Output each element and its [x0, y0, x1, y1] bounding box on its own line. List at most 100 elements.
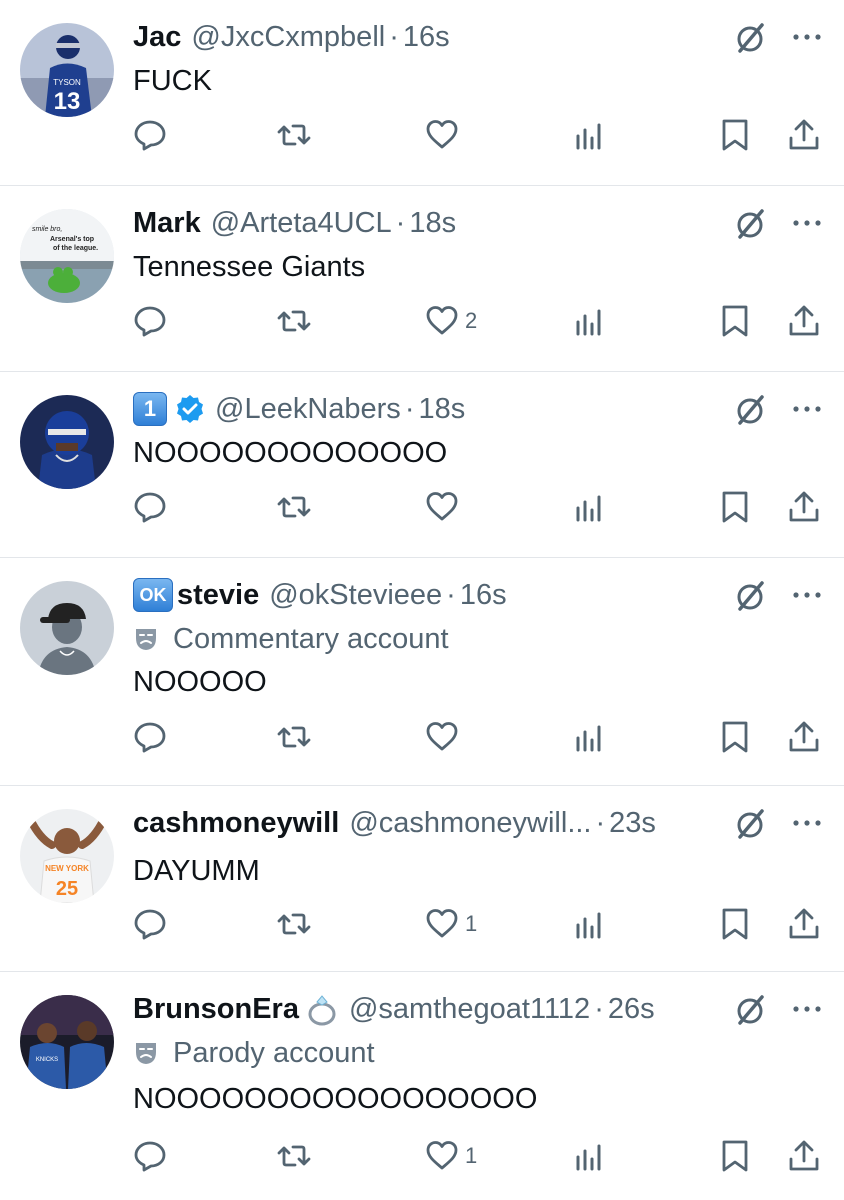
user-handle[interactable]: @cashmoneywill... — [349, 804, 591, 842]
timestamp[interactable]: 18s — [409, 204, 456, 242]
bookmark-button[interactable] — [718, 906, 752, 942]
grok-icon[interactable] — [734, 807, 768, 841]
reply-button[interactable] — [133, 719, 167, 755]
tweet[interactable]: smile bro, Arsenal's top of the league. … — [0, 186, 844, 372]
account-label[interactable]: Commentary account — [133, 620, 449, 658]
timestamp[interactable]: 16s — [403, 18, 450, 56]
reply-button[interactable] — [133, 117, 167, 153]
repost-button[interactable] — [277, 303, 311, 339]
user-handle[interactable]: @okStevieee — [269, 576, 442, 614]
repost-button[interactable] — [277, 906, 311, 942]
like-button[interactable]: 1 — [425, 906, 477, 942]
views-icon — [576, 912, 601, 939]
repost-button[interactable] — [277, 719, 311, 755]
grok-icon[interactable] — [734, 207, 768, 241]
bookmark-icon — [722, 119, 748, 151]
avatar[interactable]: NEW YORK 25 — [20, 809, 114, 903]
svg-text:Arsenal's top: Arsenal's top — [50, 236, 94, 243]
like-button[interactable] — [425, 489, 465, 525]
display-name[interactable]: Mark — [133, 204, 201, 242]
separator-dot: · — [446, 579, 456, 611]
reply-button[interactable] — [133, 303, 167, 339]
tweet[interactable]: NEW YORK 25 cashmoneywill @cashmoneywill… — [0, 786, 844, 972]
timestamp[interactable]: 18s — [418, 390, 465, 428]
reply-icon — [134, 722, 166, 753]
share-button[interactable] — [787, 303, 821, 339]
user-handle[interactable]: @Arteta4UCL — [211, 204, 392, 242]
views-button[interactable] — [573, 489, 607, 525]
svg-text:NEW YORK: NEW YORK — [45, 864, 89, 873]
avatar[interactable]: TYSON 13 — [20, 23, 114, 117]
tweet[interactable]: 1 @LeekNabers · 18s NOOOOOOOOOOOOO — [0, 372, 844, 558]
share-button[interactable] — [787, 489, 821, 525]
user-handle[interactable]: @JxcCxmpbell — [191, 18, 385, 56]
heart-icon — [426, 909, 458, 938]
avatar-image — [20, 581, 114, 675]
views-button[interactable] — [573, 1138, 607, 1174]
bookmark-button[interactable] — [718, 1138, 752, 1174]
share-button[interactable] — [787, 117, 821, 153]
repost-icon — [277, 310, 311, 332]
reply-button[interactable] — [133, 489, 167, 525]
svg-text:13: 13 — [54, 88, 81, 115]
tweet[interactable]: KNICKS BrunsonEra @samthegoat1112 · 26s — [0, 972, 844, 1200]
display-name[interactable]: BrunsonEra — [133, 990, 299, 1028]
timestamp[interactable]: 16s — [460, 576, 507, 614]
like-button[interactable] — [425, 719, 465, 755]
theater-mask-icon — [136, 1043, 156, 1064]
reply-button[interactable] — [133, 1138, 167, 1174]
bookmark-button[interactable] — [718, 489, 752, 525]
grok-icon[interactable] — [734, 993, 768, 1027]
more-options-icon[interactable] — [790, 580, 824, 610]
avatar[interactable] — [20, 395, 114, 489]
more-options-icon[interactable] — [790, 208, 824, 238]
repost-button[interactable] — [277, 117, 311, 153]
action-bar — [0, 719, 844, 759]
display-name[interactable]: Jac — [133, 18, 181, 56]
avatar[interactable]: smile bro, Arsenal's top of the league. — [20, 209, 114, 303]
bookmark-icon — [722, 721, 748, 753]
more-options-icon[interactable] — [790, 22, 824, 52]
separator-dot: · — [395, 207, 406, 239]
timestamp[interactable]: 23s — [609, 804, 656, 842]
views-button[interactable] — [573, 117, 607, 153]
more-options-icon[interactable] — [790, 994, 824, 1024]
account-label[interactable]: Parody account — [133, 1034, 375, 1072]
share-button[interactable] — [787, 906, 821, 942]
grok-icon[interactable] — [734, 21, 768, 55]
bookmark-button[interactable] — [718, 719, 752, 755]
reply-icon — [134, 306, 166, 337]
verified-badge-icon[interactable] — [175, 394, 205, 424]
tweet[interactable]: TYSON 13 Jac @JxcCxmpbell · 16s FUCK — [0, 0, 844, 186]
ring-icon — [308, 995, 336, 1026]
bookmark-button[interactable] — [718, 303, 752, 339]
display-name[interactable]: cashmoneywill — [133, 804, 339, 842]
share-icon — [789, 721, 819, 752]
more-options-icon[interactable] — [790, 394, 824, 424]
user-handle[interactable]: @samthegoat1112 — [349, 990, 590, 1028]
views-button[interactable] — [573, 719, 607, 755]
like-button[interactable]: 2 — [425, 303, 477, 339]
like-count: 1 — [465, 911, 478, 936]
avatar[interactable]: KNICKS — [20, 995, 114, 1089]
timestamp[interactable]: 26s — [608, 990, 655, 1028]
views-button[interactable] — [573, 906, 607, 942]
grok-icon[interactable] — [734, 579, 768, 613]
share-button[interactable] — [787, 1138, 821, 1174]
tweet-text: NOOOOO — [133, 666, 267, 698]
repost-button[interactable] — [277, 489, 311, 525]
bookmark-button[interactable] — [718, 117, 752, 153]
display-name[interactable]: stevie — [177, 576, 259, 614]
tweet[interactable]: OK stevie @okStevieee · 16s Commentary a… — [0, 558, 844, 786]
avatar[interactable] — [20, 581, 114, 675]
grok-icon[interactable] — [734, 393, 768, 427]
more-options-icon[interactable] — [790, 808, 824, 838]
share-button[interactable] — [787, 719, 821, 755]
reply-button[interactable] — [133, 906, 167, 942]
views-button[interactable] — [573, 303, 607, 339]
like-button[interactable]: 1 — [425, 1138, 477, 1174]
like-button[interactable] — [425, 117, 465, 153]
repost-button[interactable] — [277, 1138, 311, 1174]
action-bar: 1 — [0, 1138, 844, 1178]
user-handle[interactable]: @LeekNabers — [215, 390, 401, 428]
